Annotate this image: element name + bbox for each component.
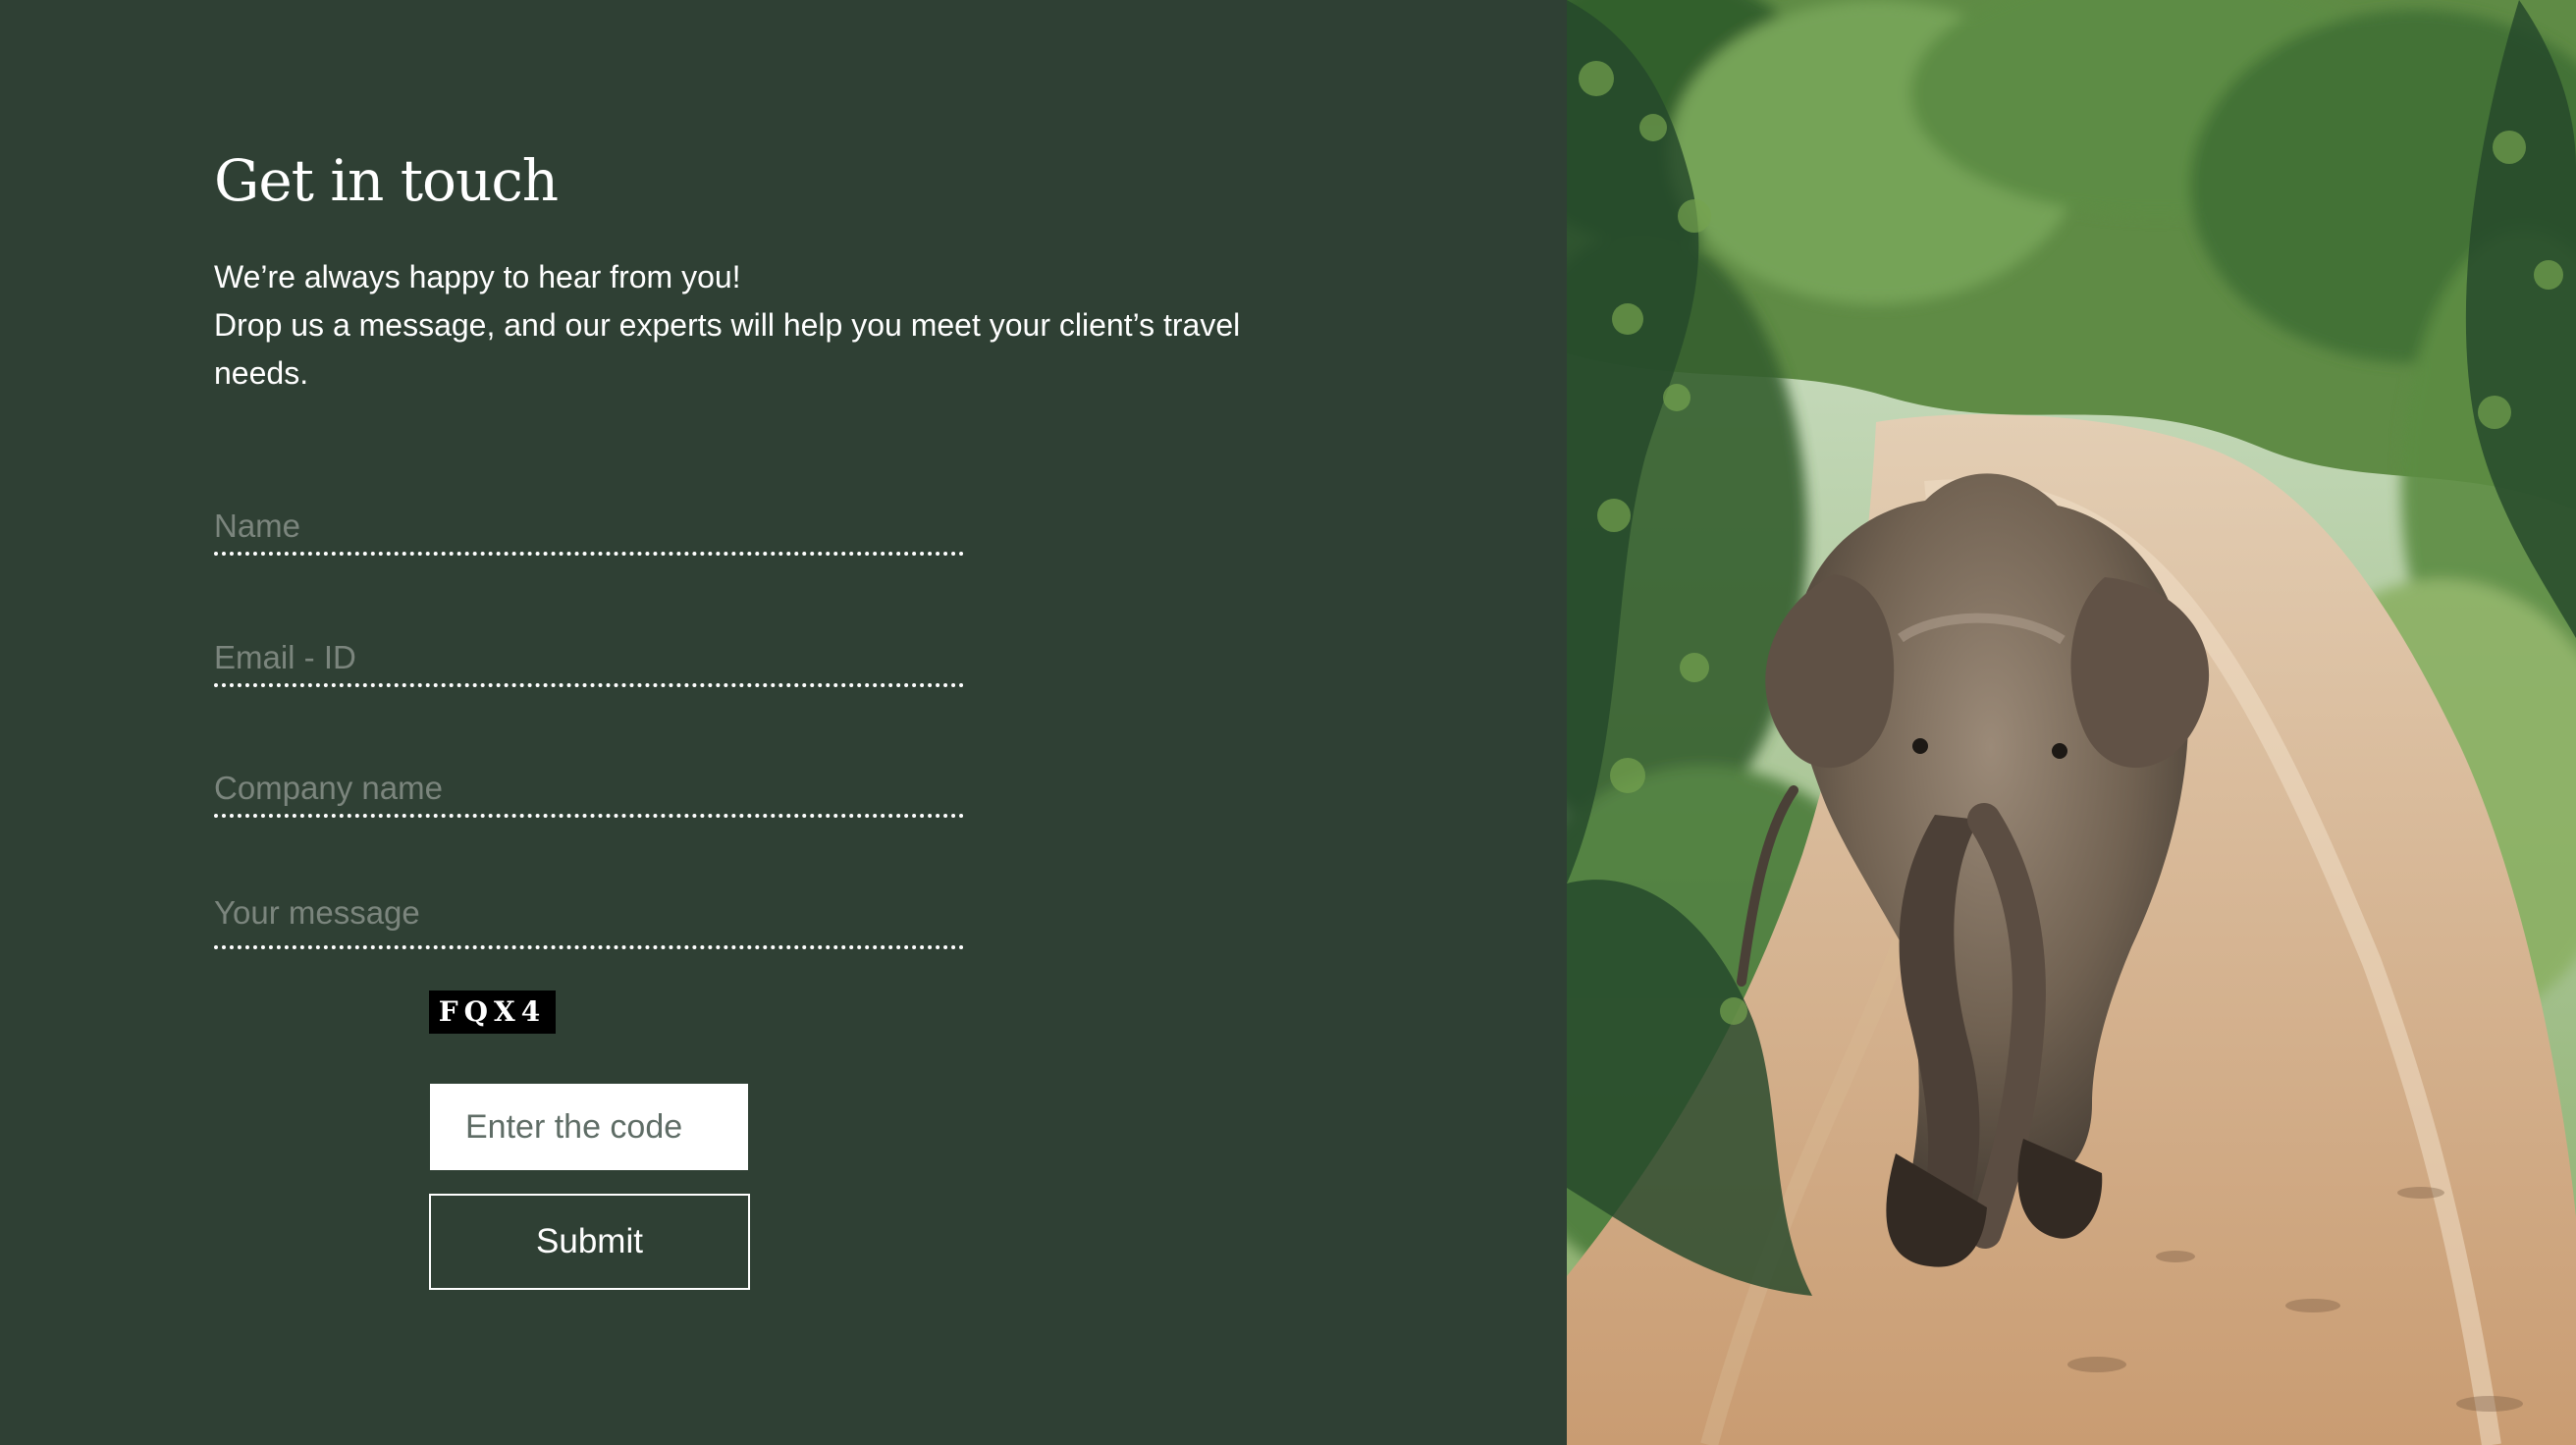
email-field[interactable]: [214, 632, 964, 687]
elephant-photo: [1567, 0, 2576, 1445]
message-field[interactable]: [214, 894, 964, 949]
submit-button[interactable]: Submit: [429, 1194, 750, 1290]
contact-intro: We’re always happy to hear from you! Dro…: [214, 253, 1333, 398]
captcha-code-input[interactable]: [430, 1084, 748, 1170]
contact-page: Get in touch We’re always happy to hear …: [0, 0, 2576, 1445]
message-textarea[interactable]: [214, 894, 964, 945]
intro-line-1: We’re always happy to hear from you!: [214, 259, 741, 294]
name-field[interactable]: [214, 501, 964, 556]
email-input[interactable]: [214, 632, 964, 683]
elephant-road-illustration: [1567, 0, 2576, 1445]
contact-panel: Get in touch We’re always happy to hear …: [0, 0, 1567, 1445]
intro-line-2: Drop us a message, and our experts will …: [214, 307, 1241, 391]
page-title: Get in touch: [214, 147, 559, 214]
company-input[interactable]: [214, 763, 964, 814]
name-input[interactable]: [214, 501, 964, 552]
company-field[interactable]: [214, 763, 964, 818]
captcha-image: FQX4: [429, 990, 556, 1034]
